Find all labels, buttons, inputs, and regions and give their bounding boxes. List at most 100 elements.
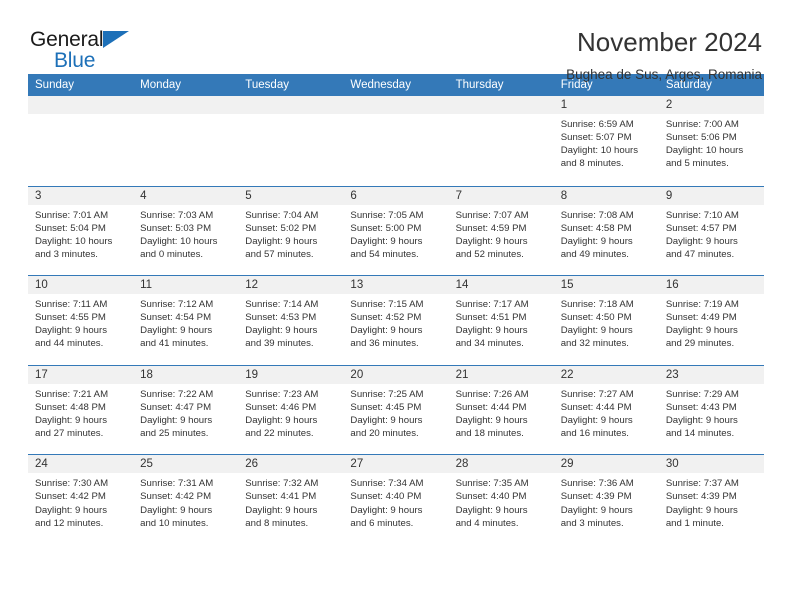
sunset-text: Sunset: 5:07 PM [560, 132, 632, 144]
calendar-week-row: 1 Sunrise: 6:59 AM Sunset: 5:07 PM Daylight… [28, 96, 764, 186]
calendar-day-cell[interactable]: 27 Sunrise: 7:34 AM Sunset: 4:40 PM Dayligh… [343, 455, 449, 544]
sunset-text: Sunset: 4:55 PM [35, 312, 106, 324]
calendar-day-cell[interactable]: 29 Sunrise: 7:36 AM Sunset: 4:39 PM Dayligh… [553, 455, 659, 544]
sunset-text: Sunset: 4:42 PM [140, 491, 212, 503]
calendar-day-cell[interactable]: 20 Sunrise: 7:25 AM Sunset: 4:45 PM Dayligh… [343, 365, 449, 455]
sunrise-text: Sunrise: 7:30 AM [35, 478, 109, 490]
daylight-text-line1: Daylight: 9 hours [350, 504, 423, 516]
sunset-text: Sunset: 4:54 PM [140, 312, 212, 324]
day-sun-info: Sunrise: 7:01 AM Sunset: 5:04 PM Daylight:… [28, 205, 133, 261]
day-number: 13 [343, 276, 449, 295]
calendar-day-cell[interactable]: 1 Sunrise: 6:59 AM Sunset: 5:07 PM Daylight… [553, 96, 659, 186]
sunrise-text: Sunrise: 7:35 AM [455, 478, 529, 490]
sunset-text: Sunset: 4:40 PM [455, 491, 527, 503]
sunrise-text: Sunrise: 7:37 AM [665, 478, 739, 490]
day-number: 24 [28, 455, 134, 474]
day-number: 29 [553, 455, 659, 474]
daylight-text-line1: Daylight: 10 hours [35, 235, 113, 247]
sunrise-text: Sunrise: 7:17 AM [455, 299, 529, 311]
day-sun-info: Sunrise: 6:59 AM Sunset: 5:07 PM Daylight:… [554, 114, 659, 170]
calendar-day-cell[interactable]: 25 Sunrise: 7:31 AM Sunset: 4:42 PM Dayligh… [133, 455, 239, 544]
sunrise-text: Sunrise: 7:05 AM [350, 209, 424, 221]
calendar-day-cell[interactable]: 28 Sunrise: 7:35 AM Sunset: 4:40 PM Dayligh… [448, 455, 554, 544]
calendar-day-cell[interactable]: 16 Sunrise: 7:19 AM Sunset: 4:49 PM Dayligh… [658, 276, 764, 365]
daylight-text-line1: Daylight: 9 hours [455, 414, 528, 426]
calendar-day-cell[interactable]: 15 Sunrise: 7:18 AM Sunset: 4:50 PM Dayligh… [553, 276, 659, 365]
calendar-day-cell[interactable]: 24 Sunrise: 7:30 AM Sunset: 4:42 PM Dayligh… [28, 455, 134, 544]
sunset-text: Sunset: 4:57 PM [665, 222, 737, 234]
calendar-day-cell[interactable]: 19 Sunrise: 7:23 AM Sunset: 4:46 PM Dayligh… [238, 365, 344, 455]
daylight-text-line2: and 16 minutes. [560, 428, 629, 440]
calendar-day-cell[interactable]: 5 Sunrise: 7:04 AM Sunset: 5:02 PM Daylight… [238, 186, 344, 276]
calendar-day-cell[interactable]: 26 Sunrise: 7:32 AM Sunset: 4:41 PM Dayligh… [238, 455, 344, 544]
daylight-text-line1: Daylight: 9 hours [245, 325, 318, 337]
daylight-text-line1: Daylight: 9 hours [560, 504, 633, 516]
day-number: 20 [343, 365, 449, 384]
day-number: 10 [28, 276, 134, 295]
day-number: 7 [448, 186, 554, 205]
calendar-day-cell[interactable]: 6 Sunrise: 7:05 AM Sunset: 5:00 PM Daylight… [343, 186, 449, 276]
calendar-day-cell[interactable]: 17 Sunrise: 7:21 AM Sunset: 4:48 PM Dayligh… [28, 365, 134, 455]
sunrise-text: Sunrise: 7:03 AM [140, 209, 214, 221]
logo-triangle-icon [103, 31, 129, 48]
sunset-text: Sunset: 4:48 PM [35, 401, 106, 413]
calendar-day-cell[interactable]: 4 Sunrise: 7:03 AM Sunset: 5:03 PM Daylight… [133, 186, 239, 276]
weekday-wednesday: Wednesday [350, 79, 411, 91]
day-number: 21 [448, 365, 554, 384]
day-sun-info: Sunrise: 7:29 AM Sunset: 4:43 PM Daylight:… [659, 384, 764, 440]
day-sun-info: Sunrise: 7:35 AM Sunset: 4:40 PM Daylight:… [449, 473, 554, 529]
day-sun-info: Sunrise: 7:32 AM Sunset: 4:41 PM Daylight:… [238, 473, 343, 529]
sunrise-text: Sunrise: 7:23 AM [245, 388, 319, 400]
page-title: November 2024 [577, 27, 762, 57]
calendar-day-cell[interactable]: 7 Sunrise: 7:07 AM Sunset: 4:59 PM Daylight… [448, 186, 554, 276]
day-number: 22 [553, 365, 659, 384]
day-sun-info: Sunrise: 7:04 AM Sunset: 5:02 PM Daylight:… [238, 205, 343, 261]
daylight-text-line1: Daylight: 9 hours [245, 504, 318, 516]
calendar-day-cell[interactable]: 2 Sunrise: 7:00 AM Sunset: 5:06 PM Daylight… [658, 96, 764, 186]
sunrise-text: Sunrise: 7:11 AM [35, 299, 108, 311]
calendar-day-cell[interactable]: 18 Sunrise: 7:22 AM Sunset: 4:47 PM Dayligh… [133, 365, 239, 455]
day-sun-info: Sunrise: 7:23 AM Sunset: 4:46 PM Daylight:… [238, 384, 343, 440]
day-sun-info: Sunrise: 7:08 AM Sunset: 4:58 PM Daylight:… [554, 205, 659, 261]
calendar-day-cell[interactable]: 30 Sunrise: 7:37 AM Sunset: 4:39 PM Dayligh… [658, 455, 764, 544]
day-number [133, 96, 239, 114]
day-sun-info: Sunrise: 7:14 AM Sunset: 4:53 PM Daylight:… [238, 294, 343, 350]
weekday-friday: Friday [560, 79, 593, 91]
daylight-text-line1: Daylight: 9 hours [665, 504, 738, 516]
daylight-text-line1: Daylight: 9 hours [350, 414, 423, 426]
sunrise-text: Sunrise: 7:34 AM [350, 478, 424, 490]
sunset-text: Sunset: 4:39 PM [665, 491, 737, 503]
sunset-text: Sunset: 5:03 PM [140, 222, 212, 234]
sunrise-text: Sunrise: 7:31 AM [140, 478, 214, 490]
daylight-text-line2: and 39 minutes. [245, 338, 314, 350]
calendar-day-cell[interactable]: 14 Sunrise: 7:17 AM Sunset: 4:51 PM Dayligh… [448, 276, 554, 365]
calendar-day-cell[interactable]: 12 Sunrise: 7:14 AM Sunset: 4:53 PM Dayligh… [238, 276, 344, 365]
calendar-day-cell-empty [238, 96, 344, 186]
day-number: 11 [133, 276, 239, 295]
calendar-day-cell[interactable]: 11 Sunrise: 7:12 AM Sunset: 4:54 PM Dayligh… [133, 276, 239, 365]
sunrise-text: Sunrise: 7:32 AM [245, 478, 319, 490]
sunset-text: Sunset: 4:50 PM [560, 312, 632, 324]
day-sun-info: Sunrise: 7:34 AM Sunset: 4:40 PM Daylight:… [343, 473, 448, 529]
daylight-text-line2: and 3 minutes. [560, 517, 624, 529]
calendar-day-cell[interactable]: 10 Sunrise: 7:11 AM Sunset: 4:55 PM Dayligh… [28, 276, 134, 365]
daylight-text-line1: Daylight: 9 hours [560, 325, 633, 337]
daylight-text-line1: Daylight: 9 hours [665, 325, 738, 337]
calendar-day-cell[interactable]: 13 Sunrise: 7:15 AM Sunset: 4:52 PM Dayligh… [343, 276, 449, 365]
calendar-day-cell[interactable]: 8 Sunrise: 7:08 AM Sunset: 4:58 PM Daylight… [553, 186, 659, 276]
calendar-day-cell[interactable]: 3 Sunrise: 7:01 AM Sunset: 5:04 PM Daylight… [28, 186, 134, 276]
calendar-week-row: 3 Sunrise: 7:01 AM Sunset: 5:04 PM Daylight… [28, 185, 764, 276]
day-number: 16 [658, 276, 764, 295]
calendar-day-cell[interactable]: 21 Sunrise: 7:26 AM Sunset: 4:44 PM Dayligh… [448, 365, 554, 455]
calendar-day-cell[interactable]: 9 Sunrise: 7:10 AM Sunset: 4:57 PM Daylight… [658, 186, 764, 276]
calendar-day-cell[interactable]: 22 Sunrise: 7:27 AM Sunset: 4:44 PM Dayligh… [553, 365, 659, 455]
calendar-day-cell[interactable]: 23 Sunrise: 7:29 AM Sunset: 4:43 PM Dayligh… [658, 365, 764, 455]
weekday-thursday: Thursday [455, 79, 504, 91]
day-sun-info: Sunrise: 7:26 AM Sunset: 4:44 PM Daylight:… [449, 384, 554, 440]
sunset-text: Sunset: 4:45 PM [350, 401, 422, 413]
weekday-sunday: Sunday [35, 79, 75, 91]
daylight-text-line1: Daylight: 10 hours [665, 145, 744, 157]
daylight-text-line2: and 25 minutes. [140, 428, 209, 440]
sunset-text: Sunset: 4:49 PM [665, 312, 737, 324]
day-sun-info: Sunrise: 7:07 AM Sunset: 4:59 PM Daylight:… [449, 205, 554, 261]
